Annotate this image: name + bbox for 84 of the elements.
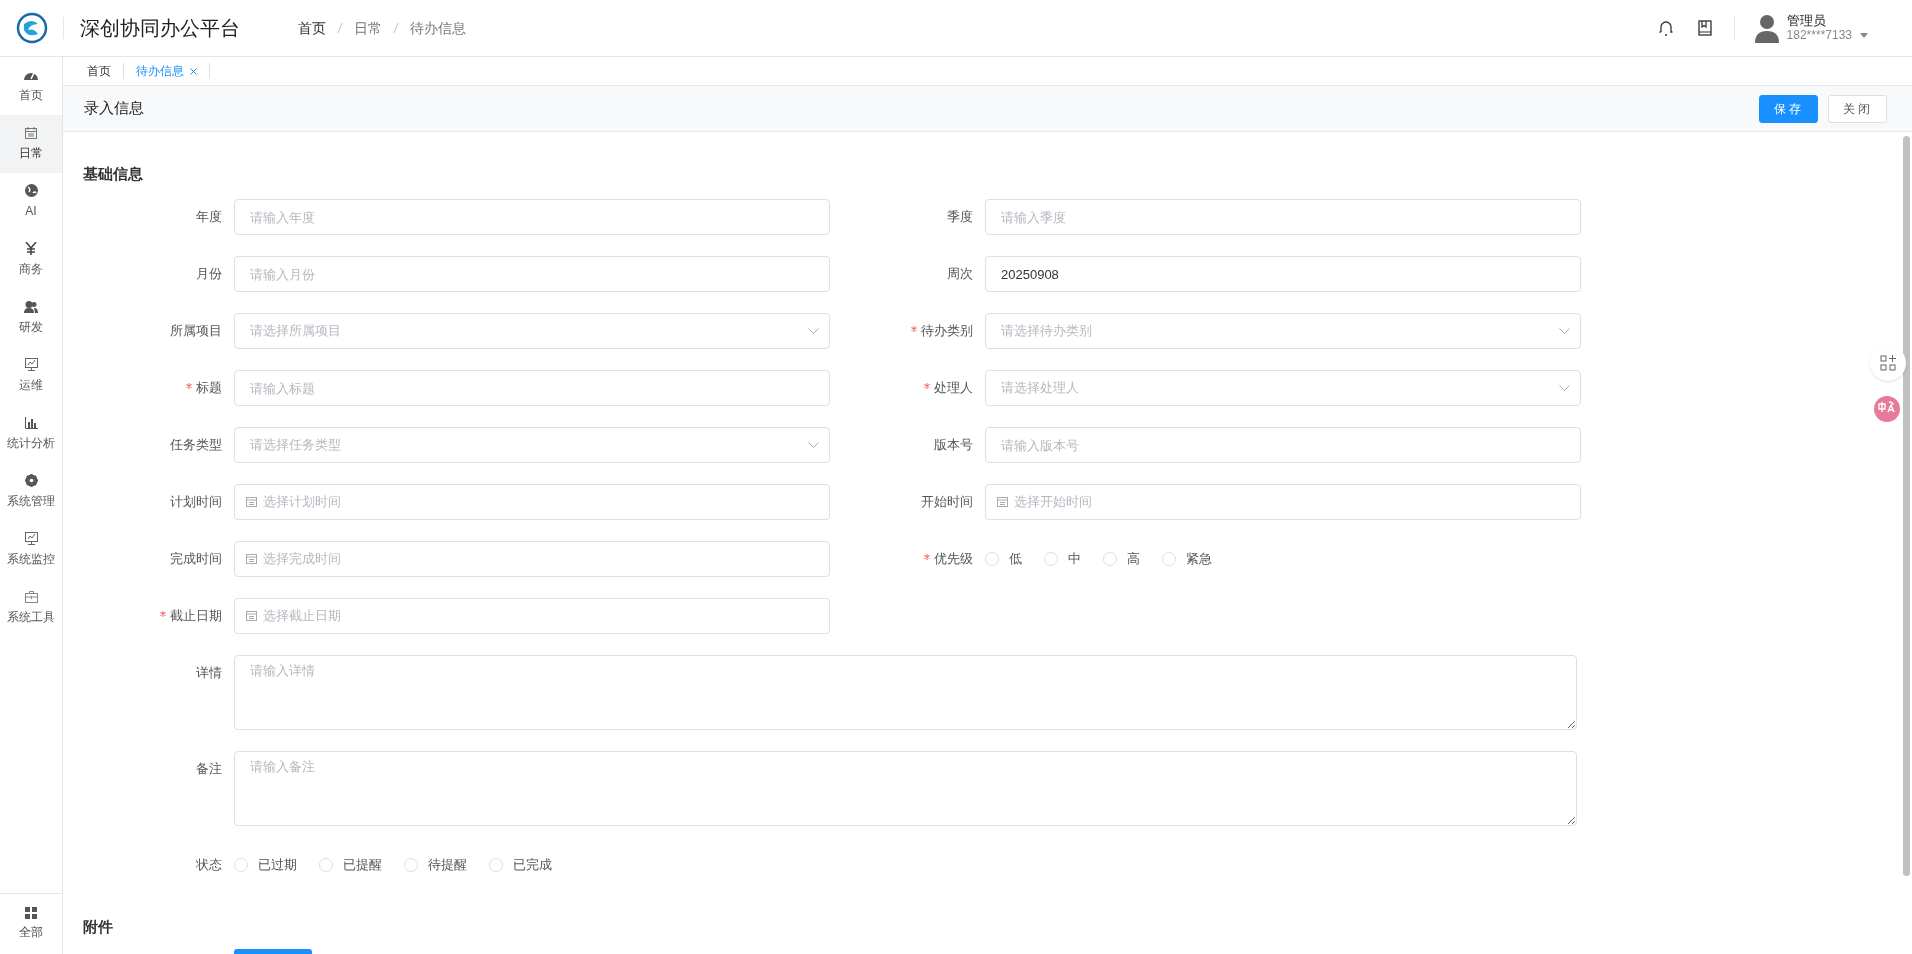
- input-field[interactable]: 请输入月份: [234, 256, 830, 292]
- notification-bell-icon[interactable]: [1657, 19, 1674, 37]
- yen-icon: [25, 242, 37, 255]
- input-field[interactable]: 请输入季度: [985, 199, 1581, 235]
- radio-label[interactable]: 紧急: [1186, 549, 1212, 569]
- field-label: 年度: [196, 208, 222, 227]
- field-label: 详情: [196, 664, 222, 683]
- radio-label[interactable]: 中: [1068, 549, 1081, 569]
- field-label: 月份: [196, 265, 222, 284]
- sidebar-item[interactable]: 系统管理: [7, 492, 55, 510]
- field-label: 待办类别: [921, 322, 973, 341]
- text-area[interactable]: 请输入备注: [234, 751, 1577, 826]
- field-label: 优先级: [934, 550, 973, 569]
- sidebar-item[interactable]: 研发: [19, 317, 43, 336]
- sidebar-item[interactable]: 统计分析: [7, 433, 55, 452]
- section-title: 基础信息: [83, 164, 144, 184]
- field-label: 备注: [196, 760, 222, 779]
- monitor-chart-icon: [24, 358, 38, 371]
- chevron-down-icon: [1559, 327, 1570, 335]
- sidebar-item[interactable]: 商务: [19, 260, 43, 278]
- field-label: 状态: [196, 856, 222, 875]
- tab[interactable]: 首页: [75, 63, 124, 79]
- translate-icon[interactable]: [1874, 396, 1900, 422]
- settings-icon: [24, 474, 38, 487]
- sidebar-item[interactable]: 运维: [19, 376, 43, 394]
- calendar-icon: [246, 554, 257, 564]
- avatar-icon[interactable]: [1754, 13, 1779, 43]
- users-icon: [24, 300, 38, 313]
- radio-label[interactable]: 高: [1127, 549, 1140, 569]
- input-field[interactable]: 请输入年度: [234, 199, 830, 235]
- toolbox-icon: [24, 590, 38, 603]
- input-field[interactable]: 20250908: [985, 256, 1581, 292]
- section-title: 附件: [83, 917, 114, 937]
- field-label: 任务类型: [170, 436, 222, 455]
- apps-add-icon[interactable]: [1880, 355, 1896, 371]
- calendar-icon: [25, 126, 37, 139]
- field-label: 季度: [947, 208, 973, 227]
- logo-icon: [15, 12, 48, 44]
- sidebar-item[interactable]: AI: [25, 202, 37, 220]
- radio-label[interactable]: 已提醒: [343, 855, 382, 875]
- field-label: 标题: [196, 379, 222, 398]
- book-icon[interactable]: [1697, 20, 1712, 36]
- separator-icon: [337, 22, 343, 34]
- sidebar-item[interactable]: 全部: [19, 923, 43, 941]
- user-name: 管理员: [1786, 13, 1827, 28]
- radio-label[interactable]: 已完成: [513, 855, 552, 875]
- close-button[interactable]: 关闭: [1828, 94, 1887, 123]
- separator-icon: [393, 22, 399, 34]
- field-label: 版本号: [934, 436, 973, 455]
- globe-icon: [24, 184, 38, 197]
- sidebar-item[interactable]: 首页: [19, 85, 43, 104]
- sidebar-item[interactable]: 系统监控: [7, 550, 55, 568]
- radio-label[interactable]: 低: [1009, 549, 1022, 569]
- breadcrumb-link[interactable]: 待办信息: [410, 17, 466, 39]
- input-field[interactable]: 请输入版本号: [985, 427, 1581, 463]
- field-label: 计划时间: [170, 493, 222, 512]
- calendar-icon: [246, 611, 257, 621]
- calendar-icon: [246, 497, 257, 507]
- radio-label[interactable]: 待提醒: [428, 855, 467, 875]
- bar-chart-icon: [24, 416, 38, 429]
- chevron-down-icon: [1559, 384, 1570, 392]
- breadcrumb-link[interactable]: 日常: [354, 17, 382, 39]
- field-label: 开始时间: [921, 493, 973, 512]
- breadcrumb-link[interactable]: 首页: [298, 17, 326, 39]
- field-label: 处理人: [934, 379, 973, 398]
- close-icon[interactable]: [190, 67, 197, 75]
- monitor-chart-icon: [24, 532, 38, 545]
- user-phone: 182****7133: [1786, 28, 1852, 43]
- caret-icon[interactable]: [1860, 33, 1868, 38]
- sidebar-item[interactable]: 日常: [19, 143, 43, 162]
- app-title: 深创协同办公平台: [80, 16, 240, 41]
- page-title: 录入信息: [84, 98, 144, 119]
- input-field[interactable]: 请输入标题: [234, 370, 830, 406]
- field-label: 完成时间: [170, 550, 222, 569]
- calendar-icon: [997, 497, 1008, 507]
- sidebar-item[interactable]: 系统工具: [7, 607, 55, 626]
- field-label: 截止日期: [170, 607, 222, 626]
- field-label: 周次: [947, 265, 973, 284]
- field-label: 所属项目: [170, 322, 222, 341]
- chevron-down-icon: [808, 327, 819, 335]
- grid-icon[interactable]: [25, 907, 37, 919]
- radio-label[interactable]: 已过期: [258, 855, 297, 875]
- chevron-down-icon: [808, 441, 819, 449]
- text-area[interactable]: 请输入详情: [234, 655, 1577, 730]
